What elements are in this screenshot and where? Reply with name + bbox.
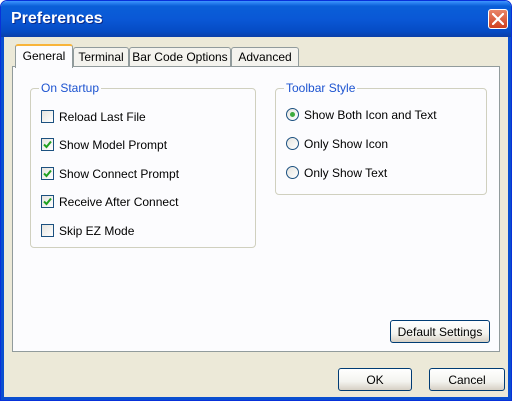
tab-bar-code-options[interactable]: Bar Code Options — [129, 47, 231, 68]
checkbox-label: Show Connect Prompt — [59, 167, 180, 181]
close-icon — [492, 13, 504, 25]
tab-terminal[interactable]: Terminal — [73, 47, 129, 68]
title-bar[interactable]: Preferences — [1, 1, 511, 37]
checkbox-box[interactable] — [41, 110, 54, 123]
tab-label: General — [22, 49, 66, 63]
tab-label: Bar Code Options — [132, 50, 228, 64]
radio-circle[interactable] — [286, 137, 299, 150]
preferences-dialog: Preferences General Terminal Bar Code Op… — [0, 0, 512, 401]
on-startup-group: On Startup Reload Last File Show Model P… — [30, 81, 256, 248]
window-title: Preferences — [11, 10, 103, 27]
window-frame-bottom — [1, 397, 511, 400]
window-frame-left — [1, 37, 4, 400]
checkbox-box[interactable] — [41, 224, 54, 237]
checkbox-label: Receive After Connect — [59, 195, 179, 209]
checkbox-box[interactable] — [41, 195, 54, 208]
checkbox-box[interactable] — [41, 138, 54, 151]
checkbox-label: Skip EZ Mode — [59, 224, 135, 238]
toolbar-style-legend: Toolbar Style — [284, 81, 358, 95]
on-startup-legend: On Startup — [39, 81, 102, 95]
radio-label: Show Both Icon and Text — [304, 108, 437, 122]
default-settings-button[interactable]: Default Settings — [390, 320, 490, 343]
close-button[interactable] — [488, 9, 508, 29]
tab-general[interactable]: General — [15, 44, 73, 68]
radio-selected-dot — [290, 112, 295, 117]
checkbox-box[interactable] — [41, 167, 54, 180]
ok-button[interactable]: OK — [338, 368, 412, 391]
tab-label: Terminal — [78, 50, 124, 64]
radio-circle[interactable] — [286, 108, 299, 121]
tab-label: Advanced — [238, 50, 292, 64]
checkbox-label: Reload Last File — [59, 110, 146, 124]
checkmark-icon — [43, 140, 52, 149]
checkmark-icon — [43, 197, 52, 206]
radio-circle[interactable] — [286, 166, 299, 179]
window-frame-right — [508, 37, 511, 400]
radio-label: Only Show Icon — [304, 137, 389, 151]
radio-label: Only Show Text — [304, 166, 388, 180]
cancel-button[interactable]: Cancel — [429, 368, 505, 391]
tab-advanced[interactable]: Advanced — [231, 47, 299, 68]
general-tab-panel: On Startup Reload Last File Show Model P… — [12, 66, 500, 352]
checkbox-label: Show Model Prompt — [59, 138, 168, 152]
toolbar-style-group: Toolbar Style Show Both Icon and Text On… — [275, 81, 487, 195]
checkmark-icon — [43, 169, 52, 178]
